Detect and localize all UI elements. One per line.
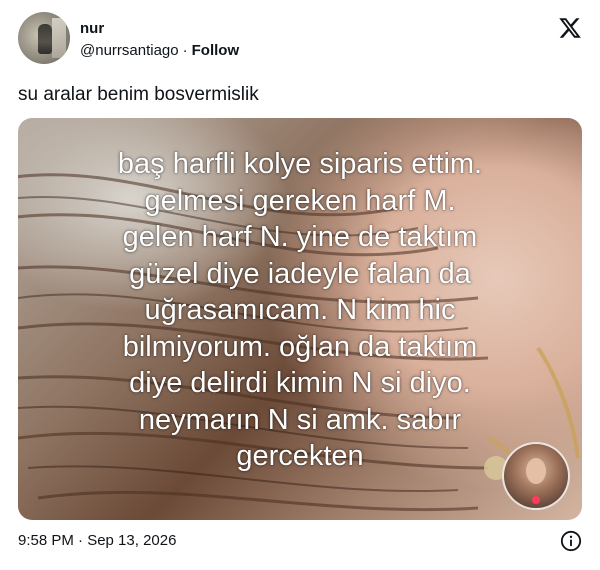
handle-separator: · (182, 42, 188, 59)
info-icon[interactable] (560, 530, 582, 552)
overlay-line: gelmesi gereken harf M. (144, 184, 456, 217)
overlay-line: uğrasamıcam. N kim hic (144, 294, 456, 326)
overlay-line: güzel diye iadeyle falan da (129, 257, 471, 290)
tweet-header: nur @nurrsantiago · Follow (18, 12, 582, 64)
overlay-line: neymarın N si amk. sabır (138, 403, 462, 436)
overlay-line: bilmiyorum. oğlan da taktım (122, 330, 478, 363)
overlay-line: gelen harf N. yine de taktım (122, 221, 478, 253)
user-handle[interactable]: @nurrsantiago (80, 42, 179, 59)
overlay-line: gercekten (236, 440, 364, 472)
avatar[interactable] (18, 12, 70, 64)
follow-button[interactable]: Follow (192, 42, 240, 59)
avatar-person-detail (38, 24, 52, 54)
pip-record-dot (532, 496, 540, 504)
overlay-line: baş harfli kolye siparis ettim. (117, 148, 483, 180)
avatar-door-detail (52, 18, 66, 58)
tweet-media-image[interactable]: baş harfli kolye siparis ettim. gelmesi … (18, 118, 582, 520)
tweet-timestamp[interactable]: 9:58 PM · Sep 13, 2026 (18, 532, 176, 549)
media-overlay-text: baş harfli kolye siparis ettim. gelmesi … (18, 146, 582, 475)
pip-face (526, 458, 546, 484)
x-logo-icon[interactable] (558, 16, 582, 40)
overlay-line: diye delirdi kimin N si diyo. (129, 367, 471, 399)
picture-in-picture-thumbnail (502, 442, 570, 510)
user-display-name[interactable]: nur (80, 20, 104, 37)
tweet-text: su aralar benim bosvermislik (18, 84, 259, 105)
user-handle-row: @nurrsantiago · Follow (80, 42, 239, 59)
